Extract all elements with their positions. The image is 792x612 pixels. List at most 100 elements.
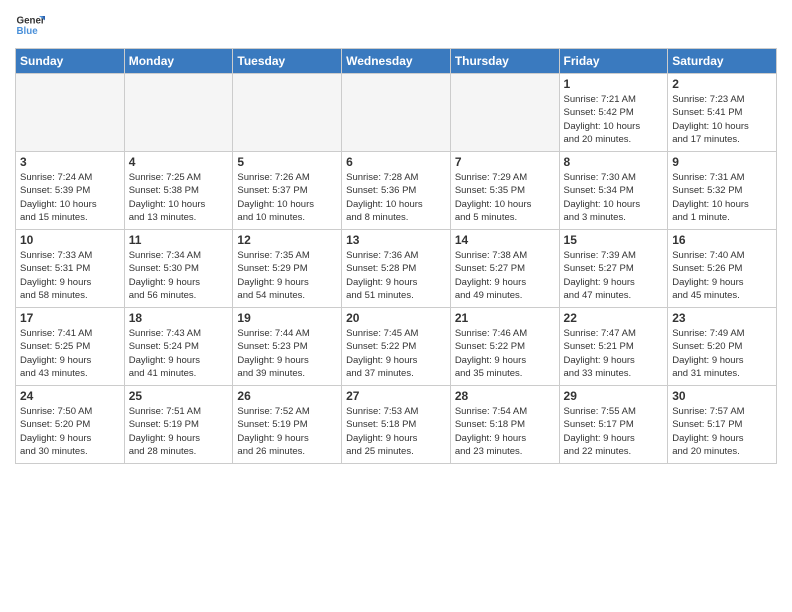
day-number: 25 <box>129 389 229 403</box>
day-info: Sunrise: 7:26 AM Sunset: 5:37 PM Dayligh… <box>237 171 337 224</box>
calendar-body: 1Sunrise: 7:21 AM Sunset: 5:42 PM Daylig… <box>16 74 777 464</box>
day-info: Sunrise: 7:45 AM Sunset: 5:22 PM Dayligh… <box>346 327 446 380</box>
day-number: 29 <box>564 389 664 403</box>
day-info: Sunrise: 7:57 AM Sunset: 5:17 PM Dayligh… <box>672 405 772 458</box>
day-info: Sunrise: 7:39 AM Sunset: 5:27 PM Dayligh… <box>564 249 664 302</box>
day-info: Sunrise: 7:30 AM Sunset: 5:34 PM Dayligh… <box>564 171 664 224</box>
day-info: Sunrise: 7:55 AM Sunset: 5:17 PM Dayligh… <box>564 405 664 458</box>
day-info: Sunrise: 7:24 AM Sunset: 5:39 PM Dayligh… <box>20 171 120 224</box>
day-info: Sunrise: 7:44 AM Sunset: 5:23 PM Dayligh… <box>237 327 337 380</box>
day-cell-9: 9 Sunrise: 7:31 AM Sunset: 5:32 PM Daylig… <box>668 152 777 230</box>
day-number: 9 <box>672 155 772 169</box>
day-number: 14 <box>455 233 555 247</box>
page-container: General Blue SundayMondayTuesdayWednesda… <box>0 0 792 474</box>
day-info: Sunrise: 7:43 AM Sunset: 5:24 PM Dayligh… <box>129 327 229 380</box>
day-info: Sunrise: 7:50 AM Sunset: 5:20 PM Dayligh… <box>20 405 120 458</box>
day-cell-empty <box>16 74 125 152</box>
header: General Blue <box>15 10 777 40</box>
day-number: 27 <box>346 389 446 403</box>
day-cell-16: 16 Sunrise: 7:40 AM Sunset: 5:26 PM Dayli… <box>668 230 777 308</box>
day-cell-14: 14 Sunrise: 7:38 AM Sunset: 5:27 PM Dayli… <box>450 230 559 308</box>
day-cell-29: 29 Sunrise: 7:55 AM Sunset: 5:17 PM Dayli… <box>559 386 668 464</box>
day-number: 17 <box>20 311 120 325</box>
day-cell-5: 5Sunrise: 7:26 AM Sunset: 5:37 PM Daylig… <box>233 152 342 230</box>
day-number: 2 <box>672 77 772 91</box>
day-info: Sunrise: 7:46 AM Sunset: 5:22 PM Dayligh… <box>455 327 555 380</box>
day-info: Sunrise: 7:52 AM Sunset: 5:19 PM Dayligh… <box>237 405 337 458</box>
svg-text:Blue: Blue <box>17 26 39 37</box>
dow-header-sunday: Sunday <box>16 49 125 74</box>
day-number: 26 <box>237 389 337 403</box>
day-cell-25: 25 Sunrise: 7:51 AM Sunset: 5:19 PM Dayli… <box>124 386 233 464</box>
day-cell-empty <box>124 74 233 152</box>
day-cell-4: 4Sunrise: 7:25 AM Sunset: 5:38 PM Daylig… <box>124 152 233 230</box>
day-info: Sunrise: 7:23 AM Sunset: 5:41 PM Dayligh… <box>672 93 772 146</box>
day-number: 21 <box>455 311 555 325</box>
day-number: 15 <box>564 233 664 247</box>
dow-header-wednesday: Wednesday <box>342 49 451 74</box>
day-info: Sunrise: 7:41 AM Sunset: 5:25 PM Dayligh… <box>20 327 120 380</box>
day-cell-6: 6Sunrise: 7:28 AM Sunset: 5:36 PM Daylig… <box>342 152 451 230</box>
day-cell-18: 18 Sunrise: 7:43 AM Sunset: 5:24 PM Dayli… <box>124 308 233 386</box>
day-info: Sunrise: 7:36 AM Sunset: 5:28 PM Dayligh… <box>346 249 446 302</box>
day-info: Sunrise: 7:21 AM Sunset: 5:42 PM Dayligh… <box>564 93 664 146</box>
logo-icon: General Blue <box>15 10 45 40</box>
dow-header-thursday: Thursday <box>450 49 559 74</box>
week-row-5: 24 Sunrise: 7:50 AM Sunset: 5:20 PM Dayli… <box>16 386 777 464</box>
day-info: Sunrise: 7:38 AM Sunset: 5:27 PM Dayligh… <box>455 249 555 302</box>
dow-header-friday: Friday <box>559 49 668 74</box>
day-number: 7 <box>455 155 555 169</box>
day-info: Sunrise: 7:40 AM Sunset: 5:26 PM Dayligh… <box>672 249 772 302</box>
day-info: Sunrise: 7:33 AM Sunset: 5:31 PM Dayligh… <box>20 249 120 302</box>
day-info: Sunrise: 7:34 AM Sunset: 5:30 PM Dayligh… <box>129 249 229 302</box>
day-number: 3 <box>20 155 120 169</box>
day-cell-12: 12Sunrise: 7:35 AM Sunset: 5:29 PM Dayli… <box>233 230 342 308</box>
day-of-week-row: SundayMondayTuesdayWednesdayThursdayFrid… <box>16 49 777 74</box>
day-number: 20 <box>346 311 446 325</box>
day-number: 16 <box>672 233 772 247</box>
day-cell-empty <box>450 74 559 152</box>
day-cell-8: 8 Sunrise: 7:30 AM Sunset: 5:34 PM Daylig… <box>559 152 668 230</box>
day-info: Sunrise: 7:49 AM Sunset: 5:20 PM Dayligh… <box>672 327 772 380</box>
day-cell-26: 26 Sunrise: 7:52 AM Sunset: 5:19 PM Dayli… <box>233 386 342 464</box>
day-cell-11: 11 Sunrise: 7:34 AM Sunset: 5:30 PM Dayli… <box>124 230 233 308</box>
day-cell-20: 20 Sunrise: 7:45 AM Sunset: 5:22 PM Dayli… <box>342 308 451 386</box>
day-number: 19 <box>237 311 337 325</box>
day-number: 6 <box>346 155 446 169</box>
day-cell-21: 21 Sunrise: 7:46 AM Sunset: 5:22 PM Dayli… <box>450 308 559 386</box>
dow-header-monday: Monday <box>124 49 233 74</box>
day-cell-22: 22Sunrise: 7:47 AM Sunset: 5:21 PM Dayli… <box>559 308 668 386</box>
day-number: 13 <box>346 233 446 247</box>
day-cell-15: 15 Sunrise: 7:39 AM Sunset: 5:27 PM Dayli… <box>559 230 668 308</box>
day-number: 11 <box>129 233 229 247</box>
day-info: Sunrise: 7:51 AM Sunset: 5:19 PM Dayligh… <box>129 405 229 458</box>
day-cell-17: 17 Sunrise: 7:41 AM Sunset: 5:25 PM Dayli… <box>16 308 125 386</box>
day-number: 8 <box>564 155 664 169</box>
day-cell-2: 2 Sunrise: 7:23 AM Sunset: 5:41 PM Daylig… <box>668 74 777 152</box>
day-cell-13: 13 Sunrise: 7:36 AM Sunset: 5:28 PM Dayli… <box>342 230 451 308</box>
day-number: 30 <box>672 389 772 403</box>
day-cell-7: 7 Sunrise: 7:29 AM Sunset: 5:35 PM Daylig… <box>450 152 559 230</box>
day-number: 24 <box>20 389 120 403</box>
day-number: 12 <box>237 233 337 247</box>
week-row-4: 17 Sunrise: 7:41 AM Sunset: 5:25 PM Dayli… <box>16 308 777 386</box>
week-row-1: 1Sunrise: 7:21 AM Sunset: 5:42 PM Daylig… <box>16 74 777 152</box>
day-cell-1: 1Sunrise: 7:21 AM Sunset: 5:42 PM Daylig… <box>559 74 668 152</box>
week-row-3: 10Sunrise: 7:33 AM Sunset: 5:31 PM Dayli… <box>16 230 777 308</box>
day-number: 22 <box>564 311 664 325</box>
day-cell-10: 10Sunrise: 7:33 AM Sunset: 5:31 PM Dayli… <box>16 230 125 308</box>
day-info: Sunrise: 7:54 AM Sunset: 5:18 PM Dayligh… <box>455 405 555 458</box>
day-cell-empty <box>342 74 451 152</box>
day-cell-3: 3 Sunrise: 7:24 AM Sunset: 5:39 PM Daylig… <box>16 152 125 230</box>
dow-header-tuesday: Tuesday <box>233 49 342 74</box>
week-row-2: 3 Sunrise: 7:24 AM Sunset: 5:39 PM Daylig… <box>16 152 777 230</box>
day-cell-28: 28 Sunrise: 7:54 AM Sunset: 5:18 PM Dayli… <box>450 386 559 464</box>
day-info: Sunrise: 7:31 AM Sunset: 5:32 PM Dayligh… <box>672 171 772 224</box>
day-number: 18 <box>129 311 229 325</box>
day-info: Sunrise: 7:29 AM Sunset: 5:35 PM Dayligh… <box>455 171 555 224</box>
day-info: Sunrise: 7:53 AM Sunset: 5:18 PM Dayligh… <box>346 405 446 458</box>
day-number: 28 <box>455 389 555 403</box>
dow-header-saturday: Saturday <box>668 49 777 74</box>
day-number: 23 <box>672 311 772 325</box>
day-cell-19: 19 Sunrise: 7:44 AM Sunset: 5:23 PM Dayli… <box>233 308 342 386</box>
